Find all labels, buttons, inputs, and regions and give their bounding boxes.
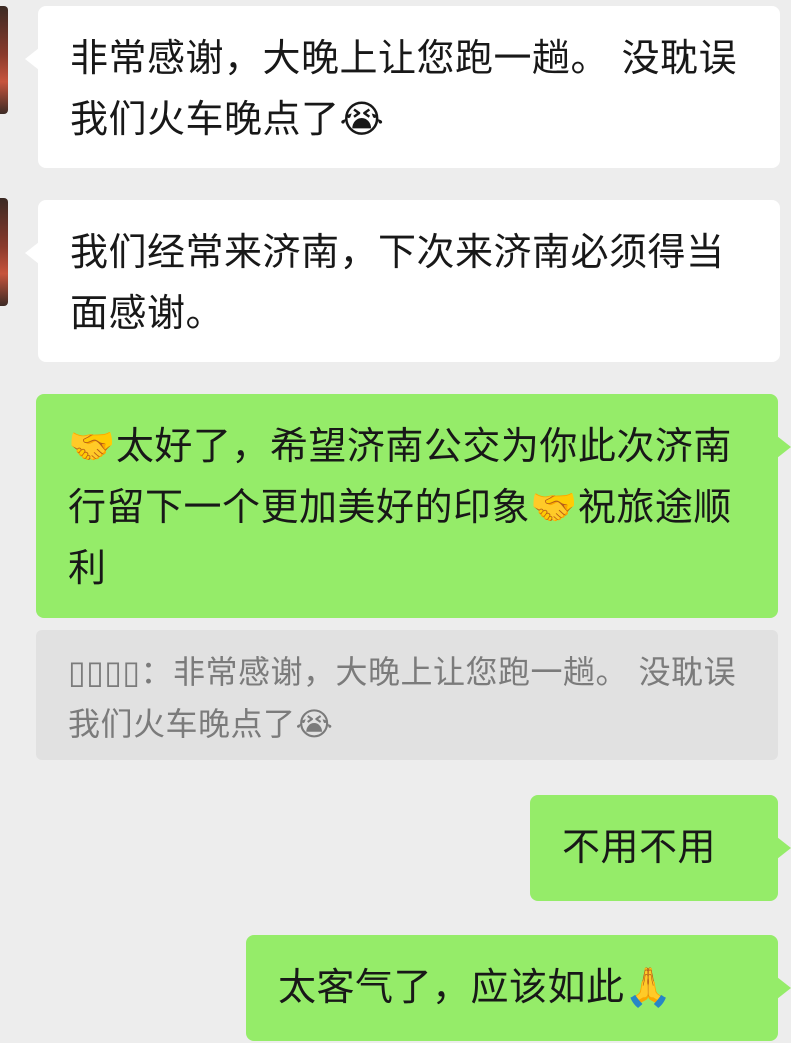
contact-avatar[interactable] — [0, 198, 8, 306]
outgoing-message-3[interactable]: 太客气了，应该如此🙏 — [246, 935, 791, 1041]
bubble-tail — [25, 242, 39, 264]
bubble-tail — [777, 977, 791, 999]
quoted-sender: ▯▯▯▯ — [68, 653, 141, 691]
quoted-message[interactable]: ▯▯▯▯：非常感谢，大晚上让您跑一趟。 没耽误 我们火车晚点了😭 — [36, 630, 778, 760]
contact-avatar[interactable] — [0, 6, 8, 114]
message-text: 🤝太好了，希望济南公交为你此次济南行留下一个更加美好的印象🤝祝旅途顺利 — [68, 424, 732, 590]
bubble-tail — [777, 837, 791, 859]
incoming-message-1[interactable]: 非常感谢，大晚上让您跑一趟。 没耽误 我们火车晚点了😭 — [25, 6, 780, 168]
incoming-message-2[interactable]: 我们经常来济南，下次来济南必须得当面感谢。 — [25, 200, 780, 362]
quoted-text: ：非常感谢，大晚上让您跑一趟。 没耽误 我们火车晚点了😭 — [68, 653, 737, 743]
bubble-tail — [777, 436, 791, 458]
message-text: 非常感谢，大晚上让您跑一趟。 没耽误 我们火车晚点了😭 — [70, 36, 738, 141]
message-text: 不用不用 — [562, 825, 717, 869]
outgoing-message-1[interactable]: 🤝太好了，希望济南公交为你此次济南行留下一个更加美好的印象🤝祝旅途顺利 — [36, 394, 791, 618]
message-text: 太客气了，应该如此🙏 — [278, 965, 673, 1009]
bubble-tail — [25, 48, 39, 70]
outgoing-message-2[interactable]: 不用不用 — [530, 795, 791, 901]
message-text: 我们经常来济南，下次来济南必须得当面感谢。 — [70, 230, 725, 335]
